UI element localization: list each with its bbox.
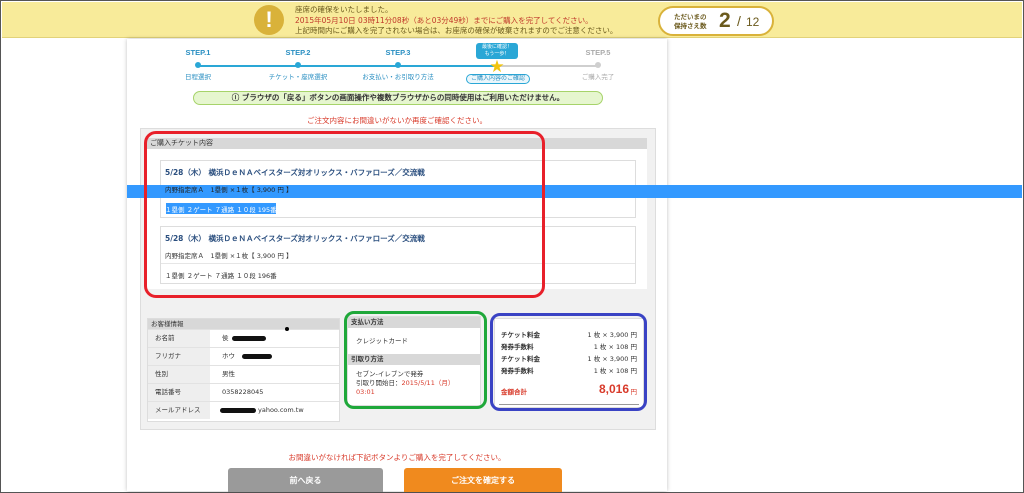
alert-line-2: 2015年05月10日 03時11分08秒（あと03分49秒）までにご購入を完了… [295,15,593,25]
step-5-name: ご購入完了 [581,73,615,81]
step-3: STEP.3 お支払い・お引取り方法 [358,48,438,81]
customer-value: 侯 [210,330,339,347]
step-2-name: チケット・座席選択 [268,73,328,81]
redaction-mark [220,408,256,413]
bottom-instruction: お間違いがなければ下記ボタンよりご購入を完了してください。 [288,453,506,462]
hold-counter-label-line1: ただいまの [674,13,707,21]
customer-row-kana: フリガナ ホウ [148,347,339,365]
step-5: STEP.5 ご購入完了 [558,48,638,81]
step-4-callout-line1: 最後に確認！ [481,44,512,50]
annotation-blue-box [490,313,647,411]
seat-reservation-alert-bar: ! 座席の確保をいたしました。 2015年05月10日 03時11分08秒（あと… [2,2,1022,38]
confirm-order-button[interactable]: ご注文を確定する [404,468,562,492]
alert-text: 座席の確保をいたしました。 2015年05月10日 03時11分08秒（あと03… [295,5,617,37]
step-3-number: STEP.3 [385,48,411,57]
redaction-mark [242,354,272,359]
step-2-dot [295,62,301,68]
customer-value-text: 侯 [222,334,229,342]
customer-value-text: ホウ [222,352,235,360]
customer-value: 0358228045 [222,388,264,396]
step-3-dot [395,62,401,68]
hold-counter: ただいまの 保持さえ数 2 / 12 [658,6,774,36]
customer-row-phone: 電話番号 0358228045 [148,383,339,401]
step-1-number: STEP.1 [185,48,211,57]
step-5-dot [595,62,601,68]
step-1-dot [195,62,201,68]
confirm-instruction: ご注文内容にお間違いがないか再度ご確認ください。 [307,116,487,125]
step-2: STEP.2 チケット・座席選択 [258,48,338,81]
customer-key: 電話番号 [148,384,210,401]
customer-key: 性別 [148,366,210,383]
annotation-green-box [344,311,487,409]
exclamation-icon: ! [254,5,284,35]
hold-counter-max: 12 [746,15,760,29]
customer-info-panel: お客様情報 お名前 侯 フリガナ ホウ 性別 男性 電話番号 035822804… [147,318,340,422]
customer-row-name: お名前 侯 [148,329,339,347]
hold-counter-current: 2 [719,9,731,32]
customer-value: ホウ [210,348,339,365]
step-1: STEP.1 日程選択 [158,48,238,81]
step-3-name: お支払い・お引取り方法 [362,73,434,81]
alert-line-3: 上記時間内にご購入を完了されない場合は、お座席の確保が破棄されますのでご注意くだ… [295,26,618,35]
browser-warning-notice: ⓘ ブラウザの「戻る」ボタンの画面操作や複数ブラウザからの同時使用はご利用いただ… [193,91,603,105]
back-button[interactable]: 前へ戻る [228,468,383,492]
cursor-dot [285,327,289,331]
step-1-name: 日程選択 [185,73,211,81]
customer-key: お名前 [148,330,210,347]
text-selection-highlight-extension [667,185,1022,198]
hold-counter-sep: / [737,13,741,29]
customer-value: yahoo.com.tw [210,402,339,419]
customer-row-email: メールアドレス yahoo.com.tw [148,401,339,419]
annotation-red-box [144,131,545,298]
customer-key: メールアドレス [148,402,210,419]
step-2-number: STEP.2 [285,48,311,57]
customer-row-gender: 性別 男性 [148,365,339,383]
customer-info-header: お客様情報 [148,319,339,329]
customer-value: 男性 [222,370,235,378]
step-5-number: STEP.5 [585,48,611,57]
step-4-name: ご購入内容のご確認 [466,74,530,84]
hold-counter-label: ただいまの 保持さえ数 [674,13,707,31]
alert-line-1: 座席の確保をいたしました。 [295,5,393,14]
hold-counter-label-line2: 保持さえ数 [674,22,707,30]
customer-key: フリガナ [148,348,210,365]
redaction-mark [232,336,266,341]
